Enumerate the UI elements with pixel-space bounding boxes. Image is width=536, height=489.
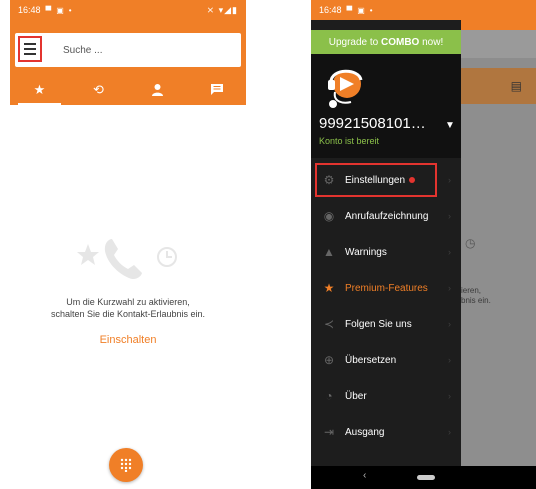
dimmed-content[interactable] (461, 104, 536, 466)
tab-history[interactable]: ⟲ (69, 74, 128, 105)
menu-item-label: Über (345, 390, 367, 402)
account-number[interactable]: 99921508101… (319, 115, 426, 132)
globe-icon: ⊕ (323, 353, 335, 367)
dimmed-empty-message: ieren, bnis ein. (461, 286, 491, 306)
chevron-down-icon[interactable]: ▼ (445, 120, 455, 131)
dialpad-button[interactable] (109, 448, 143, 482)
main-screen: 16:48 ▀ ▣ • ⨯ ▾◢▮ Suche ... ★ ⟲ Um die K… (10, 0, 246, 489)
dot-icon: • (369, 5, 373, 15)
chevron-right-icon: › (448, 319, 451, 329)
info-icon: ◔ (325, 389, 333, 403)
notification-icon: ▣ (56, 5, 64, 15)
navigation-drawer: 16:48 ▀ ▣ • Upgrade to COMBO now! 999215… (311, 0, 461, 466)
menu-item-about[interactable]: ◔ Über › (311, 378, 461, 414)
drawer-screen: ▤ ◷ ieren, bnis ein. 16:48 ▀ ▣ • Upgrade… (311, 0, 536, 489)
message-icon: ▤ (510, 79, 522, 93)
menu-item-label: Anrufaufzeichnung (345, 210, 429, 222)
exit-icon: ⇥ (323, 425, 335, 439)
status-time: 16:48 (319, 5, 342, 15)
status-icons: ⨯ ▾◢▮ (206, 4, 238, 15)
empty-state-line: schalten Sie die Kontakt-Erlaubnis ein. (50, 309, 206, 319)
speed-dial-empty-icon (77, 239, 177, 280)
dimmed-text-line: ieren, (461, 286, 482, 295)
menu-item-label: Einstellungen (345, 174, 406, 186)
app-bar: 16:48 ▀ ▣ • ⨯ ▾◢▮ Suche ... ★ ⟲ (10, 0, 246, 105)
message-icon (210, 84, 223, 95)
tab-bar: ★ ⟲ (10, 74, 246, 105)
upgrade-prefix: Upgrade to (328, 36, 381, 48)
account-header: 99921508101… ▼ Konto ist bereit (311, 54, 461, 158)
warning-icon: ▲ (323, 245, 335, 259)
chevron-right-icon: › (448, 427, 451, 437)
menu-icon-line (24, 48, 36, 50)
dimmed-text-line: bnis ein. (461, 296, 491, 305)
star-icon: ★ (323, 281, 335, 295)
menu-button[interactable] (18, 36, 42, 62)
tab-favorites[interactable]: ★ (10, 74, 69, 105)
upgrade-product: COMBO (381, 36, 420, 48)
status-bar: 16:48 ▀ ▣ • ⨯ ▾◢▮ (10, 0, 246, 20)
menu-item-label: Übersetzen (345, 354, 397, 366)
menu-item-follow-us[interactable]: ≺ Folgen Sie uns › (311, 306, 461, 342)
home-pill-icon[interactable] (417, 475, 435, 480)
status-bar: 16:48 ▀ ▣ • (311, 0, 461, 20)
gear-icon: ⚙ (323, 173, 335, 187)
tab-messages[interactable] (187, 74, 246, 105)
back-icon[interactable]: ‹ (363, 470, 366, 481)
empty-state-message: Um die Kurzwahl zu aktivieren, schalten … (10, 296, 246, 320)
empty-state-line: Um die Kurzwahl zu aktivieren, (66, 297, 190, 307)
menu-item-label: Folgen Sie uns (345, 318, 412, 330)
notification-icon: ▣ (357, 5, 365, 15)
dialpad-icon (120, 458, 132, 472)
record-icon: ◉ (323, 209, 335, 223)
menu-item-label: Ausgang (345, 426, 385, 438)
menu-item-translate[interactable]: ⊕ Übersetzen › (311, 342, 461, 378)
menu-item-label: Premium-Features (345, 282, 428, 294)
account-status: Konto ist bereit (319, 136, 380, 146)
star-icon: ★ (33, 81, 46, 97)
notification-badge (409, 177, 416, 183)
search-bar[interactable]: Suche ... (15, 33, 241, 67)
dot-icon: • (68, 5, 72, 15)
person-icon (152, 83, 163, 96)
upgrade-suffix: now! (419, 36, 444, 48)
menu-icon-line (24, 53, 36, 55)
notification-icon: ▀ (346, 5, 353, 15)
dimmed-tab-bar: ▤ (461, 68, 536, 104)
history-icon: ⟲ (93, 81, 104, 97)
chevron-right-icon: › (448, 211, 451, 221)
chevron-right-icon: › (448, 247, 451, 257)
chevron-right-icon: › (448, 391, 451, 401)
chevron-right-icon: › (448, 175, 451, 185)
menu-icon-line (24, 43, 36, 45)
menu-item-call-recording[interactable]: ◉ Anrufaufzeichnung › (311, 198, 461, 234)
menu-item-premium-features[interactable]: ★ Premium-Features › (311, 270, 461, 306)
menu-item-warnings[interactable]: ▲ Warnings › (311, 234, 461, 270)
tab-contacts[interactable] (128, 74, 187, 105)
upgrade-banner[interactable]: Upgrade to COMBO now! (311, 30, 461, 54)
enable-permission-link[interactable]: Einschalten (10, 334, 246, 346)
chevron-right-icon: › (448, 355, 451, 365)
chevron-right-icon: › (448, 283, 451, 293)
upgrade-text: Upgrade to COMBO now! (329, 37, 444, 48)
dimmed-search-bar (461, 30, 536, 58)
app-logo-icon (328, 69, 363, 108)
search-input[interactable]: Suche ... (63, 45, 102, 56)
notification-icon: ▀ (45, 5, 52, 15)
menu-item-settings[interactable]: ⚙ Einstellungen › (311, 162, 461, 198)
status-time: 16:48 (18, 5, 41, 15)
drawer-menu: ⚙ Einstellungen › ◉ Anrufaufzeichnung › … (311, 162, 461, 450)
history-icon: ◷ (465, 236, 476, 250)
menu-item-exit[interactable]: ⇥ Ausgang › (311, 414, 461, 450)
system-nav-bar: ‹ (311, 466, 536, 489)
share-icon: ≺ (323, 317, 335, 331)
menu-item-label: Warnings (345, 246, 387, 258)
